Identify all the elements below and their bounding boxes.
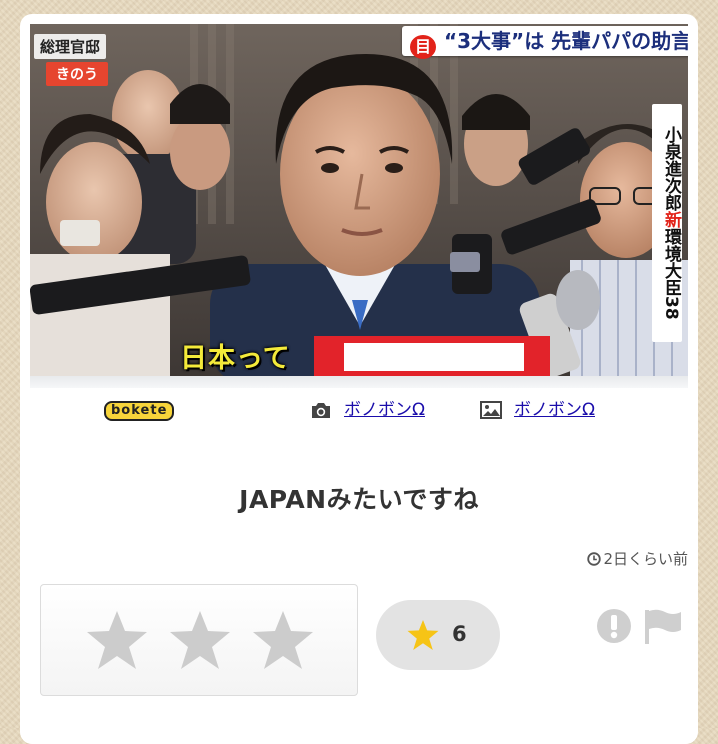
clock-icon (587, 552, 602, 566)
name-label: 小泉進次郎新環境大臣38 (652, 104, 682, 342)
score-pill: 6 (376, 600, 500, 670)
time-ago-text: 2日くらい前 (603, 550, 688, 568)
exclamation-circle-icon[interactable] (596, 608, 632, 644)
post-card: 目 “3大事”は 先輩パパの助言 総理官邸 きのう 小泉進次郎新環境大臣38 日本… (20, 14, 698, 744)
meta-row: bokete ボノボンΩ ボノボンΩ (20, 390, 698, 430)
image-credit-link[interactable]: ボノボンΩ (514, 398, 595, 422)
title-text: 環境大臣 (661, 228, 681, 297)
camera-icon (312, 403, 330, 418)
photo-credit-link[interactable]: ボノボンΩ (344, 398, 425, 422)
name-text: 小泉進次郎 (661, 126, 681, 212)
bokete-logo: bokete (104, 401, 175, 421)
location-label: 総理官邸 (34, 34, 107, 59)
photo-bottom-strip (30, 376, 688, 388)
age-text: 38 (661, 296, 681, 320)
date-label: きのう (46, 62, 108, 86)
star-3-icon[interactable] (251, 609, 315, 671)
post-photo[interactable]: 目 “3大事”は 先輩パパの助言 総理官邸 きのう 小泉進次郎新環境大臣38 日本… (30, 24, 688, 386)
headline-badge: 目 (410, 35, 436, 59)
headline-text: “3大事”は 先輩パパの助言 (444, 29, 688, 53)
score-value: 6 (452, 622, 467, 646)
boke-caption: JAPANみたいですね (239, 485, 479, 514)
image-icon (480, 401, 502, 419)
news-headline-caption: 目 “3大事”は 先輩パパの助言 (402, 26, 688, 59)
subtitle-blank (344, 343, 524, 371)
press-conference-photo (30, 24, 688, 386)
star-filled-icon (407, 620, 439, 650)
rating-box (40, 584, 358, 696)
post-time: 2日くらい前 (587, 548, 688, 569)
star-2-icon[interactable] (168, 609, 232, 671)
photo-subtitle: 日本って (180, 343, 291, 374)
star-1-icon[interactable] (85, 609, 149, 671)
new-mark: 新 (661, 211, 681, 229)
flag-icon[interactable] (642, 608, 682, 644)
